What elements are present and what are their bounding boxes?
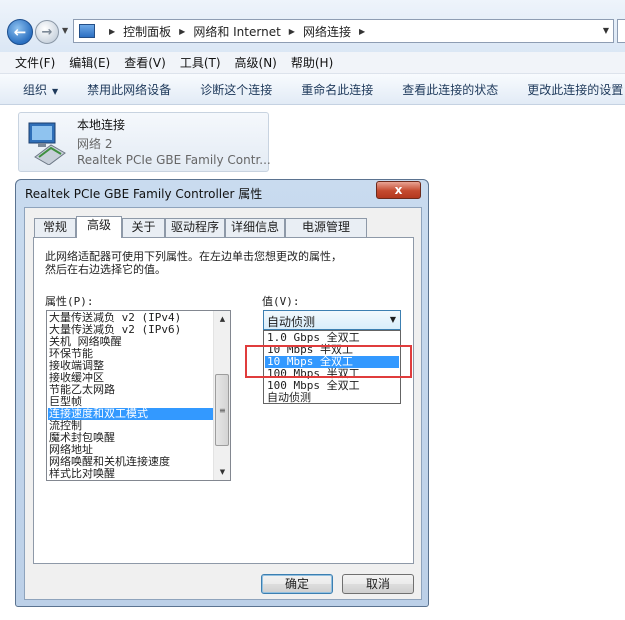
- connection-name: 本地连接: [77, 118, 126, 132]
- view-status-button[interactable]: 查看此连接的状态: [402, 81, 498, 98]
- list-item[interactable]: 网络地址: [48, 444, 214, 456]
- chevron-down-icon: ▼: [389, 315, 396, 324]
- forward-button[interactable]: →: [35, 20, 59, 44]
- tab-about[interactable]: 关于: [122, 218, 165, 237]
- command-bar: 组织 ▼ 禁用此网络设备 诊断这个连接 重命名此连接 查看此连接的状态 更改此连接…: [0, 74, 625, 105]
- breadcrumb-network-connections[interactable]: 网络连接: [303, 23, 351, 40]
- address-box[interactable]: ▶ 控制面板 ▶ 网络和 Internet ▶ 网络连接 ▶ ▼: [73, 19, 614, 43]
- dropdown-option[interactable]: 自动侦测: [265, 392, 399, 404]
- menu-help[interactable]: 帮助(H): [291, 54, 333, 71]
- scroll-thumb[interactable]: ≡: [215, 374, 229, 446]
- value-select-text: 自动侦测: [267, 315, 316, 329]
- refresh-button[interactable]: [617, 19, 625, 43]
- value-label: 值(V):: [262, 295, 300, 308]
- dialog-title: Realtek PCIe GBE Family Controller 属性: [25, 187, 263, 201]
- breadcrumb-network-internet[interactable]: 网络和 Internet: [193, 23, 280, 40]
- list-item[interactable]: 关机 网络唤醒: [48, 336, 214, 348]
- menu-file[interactable]: 文件(F): [15, 54, 55, 71]
- list-item[interactable]: 样式比对唤醒: [48, 468, 214, 480]
- list-item-selected[interactable]: 连接速度和双工模式: [48, 408, 214, 420]
- breadcrumb-control-panel[interactable]: 控制面板: [123, 23, 171, 40]
- scroll-down-icon[interactable]: ▼: [214, 464, 230, 480]
- close-icon: x: [394, 183, 403, 197]
- control-panel-icon: [79, 24, 95, 38]
- breadcrumb-separator-icon[interactable]: ▶: [289, 27, 295, 36]
- list-item[interactable]: 环保节能: [48, 348, 214, 360]
- disable-device-button[interactable]: 禁用此网络设备: [87, 81, 171, 98]
- breadcrumb-separator-icon[interactable]: ▶: [109, 27, 115, 36]
- diagnose-connection-button[interactable]: 诊断这个连接: [200, 81, 272, 98]
- description-line-2: 然后在右边选择它的值。: [45, 263, 166, 276]
- advanced-tab-panel: 此网络适配器可使用下列属性。在左边单击您想更改的属性， 然后在右边选择它的值。 …: [33, 237, 414, 564]
- tab-advanced[interactable]: 高级: [76, 216, 122, 238]
- adapter-properties-dialog: Realtek PCIe GBE Family Controller 属性 x …: [15, 179, 429, 607]
- ok-button[interactable]: 确定: [261, 574, 333, 594]
- grip-icon: ≡: [219, 406, 226, 415]
- menu-tools[interactable]: 工具(T): [180, 54, 221, 71]
- cancel-button[interactable]: 取消: [342, 574, 414, 594]
- menu-view[interactable]: 查看(V): [124, 54, 166, 71]
- value-dropdown-list: 1.0 Gbps 全双工 10 Mbps 半双工 10 Mbps 全双工 100…: [263, 330, 401, 404]
- list-item[interactable]: 巨型帧: [48, 396, 214, 408]
- rename-connection-button[interactable]: 重命名此连接: [301, 81, 373, 98]
- chevron-down-icon: ▼: [52, 86, 59, 96]
- value-select[interactable]: 自动侦测 ▼: [263, 310, 401, 330]
- menu-advanced[interactable]: 高级(N): [235, 54, 277, 71]
- breadcrumb-separator-icon[interactable]: ▶: [359, 27, 365, 36]
- property-label: 属性(P):: [45, 295, 94, 308]
- breadcrumb-separator-icon[interactable]: ▶: [179, 27, 185, 36]
- list-item[interactable]: 接收端调整: [48, 360, 214, 372]
- dialog-body: 常规 高级 关于 驱动程序 详细信息 电源管理 此网络适配器可使用下列属性。在左…: [24, 207, 422, 600]
- close-button[interactable]: x: [376, 181, 421, 199]
- network-adapter-icon: [28, 122, 66, 165]
- list-item[interactable]: 魔术封包唤醒: [48, 432, 214, 444]
- property-list-scrollbar[interactable]: ▲ ≡ ▼: [213, 311, 230, 480]
- list-item[interactable]: 接收缓冲区: [48, 372, 214, 384]
- change-settings-button[interactable]: 更改此连接的设置: [527, 81, 623, 98]
- property-list[interactable]: 大量传送减负 v2 (IPv4) 大量传送减负 v2 (IPv6) 关机 网络唤…: [46, 310, 231, 481]
- menu-bar: 文件(F) 编辑(E) 查看(V) 工具(T) 高级(N) 帮助(H): [0, 52, 625, 74]
- tab-power-management[interactable]: 电源管理: [285, 218, 367, 237]
- organize-label: 组织: [23, 82, 48, 97]
- list-item[interactable]: 大量传送减负 v2 (IPv4): [48, 312, 214, 324]
- list-item[interactable]: 网络唤醒和关机连接速度: [48, 456, 214, 468]
- local-connection-item[interactable]: 本地连接 网络 2 Realtek PCIe GBE Family Contr.…: [18, 112, 271, 172]
- forward-arrow-icon: →: [41, 24, 53, 40]
- list-item[interactable]: 节能乙太网路: [48, 384, 214, 396]
- scroll-up-icon[interactable]: ▲: [214, 311, 230, 327]
- menu-edit[interactable]: 编辑(E): [69, 54, 110, 71]
- connection-adapter: Realtek PCIe GBE Family Contr...: [77, 153, 271, 167]
- list-item[interactable]: 流控制: [48, 420, 214, 432]
- back-button[interactable]: ←: [7, 19, 33, 45]
- tab-driver[interactable]: 驱动程序: [165, 218, 225, 237]
- connection-network: 网络 2: [77, 137, 113, 151]
- tab-general[interactable]: 常规: [34, 218, 76, 237]
- address-dropdown-icon[interactable]: ▼: [603, 26, 609, 35]
- address-bar-area: ← → ▼ ▶ 控制面板 ▶ 网络和 Internet ▶ 网络连接 ▶ ▼: [0, 0, 625, 52]
- list-item[interactable]: 大量传送减负 v2 (IPv6): [48, 324, 214, 336]
- recent-pages-dropdown-icon[interactable]: ▼: [62, 26, 68, 35]
- back-arrow-icon: ←: [13, 23, 27, 41]
- tab-details[interactable]: 详细信息: [225, 218, 285, 237]
- organize-button[interactable]: 组织 ▼: [23, 81, 58, 98]
